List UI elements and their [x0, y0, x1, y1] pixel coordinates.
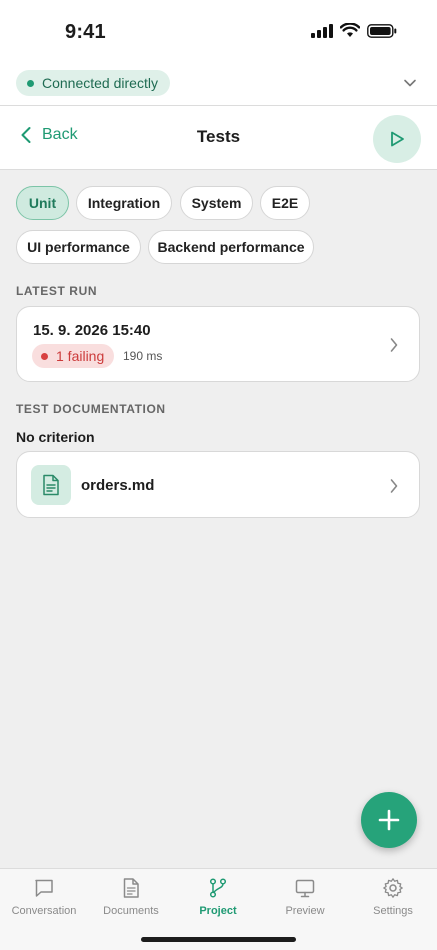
tab-conversation[interactable]: Conversation	[0, 877, 88, 917]
wifi-icon	[340, 23, 360, 37]
status-icons	[311, 23, 397, 38]
battery-icon	[367, 23, 397, 38]
plus-icon	[378, 809, 400, 831]
connection-status-label: Connected directly	[42, 75, 158, 91]
file-name: orders.md	[81, 477, 155, 494]
connection-bar[interactable]: Connected directly	[0, 62, 437, 106]
navigation-bar: Back Tests	[0, 106, 437, 170]
add-button[interactable]	[361, 792, 417, 848]
gear-icon	[383, 878, 403, 898]
file-icon-container	[31, 465, 71, 505]
filter-chip-backend-performance[interactable]: Backend performance	[148, 230, 314, 264]
status-bar: 9:41	[0, 0, 437, 62]
tab-preview[interactable]: Preview	[261, 877, 349, 917]
monitor-icon	[295, 879, 315, 898]
filter-chip-e2e[interactable]: E2E	[260, 186, 310, 220]
failing-status-dot	[41, 352, 48, 360]
run-date: 15. 9. 2026 15:40	[33, 322, 151, 339]
criterion-label: No criterion	[16, 429, 95, 445]
document-icon	[123, 878, 139, 898]
tab-settings[interactable]: Settings	[349, 877, 437, 917]
filter-chip-ui-performance[interactable]: UI performance	[16, 230, 141, 264]
chat-bubble-icon	[35, 879, 53, 897]
failing-status-badge: 1 failing	[32, 344, 115, 368]
documentation-file-card[interactable]: orders.md	[16, 451, 420, 518]
failing-status-label: 1 failing	[56, 348, 105, 364]
filter-chip-unit[interactable]: Unit	[16, 186, 69, 220]
tab-label: Project	[199, 905, 237, 917]
status-time: 9:41	[65, 21, 106, 43]
tab-label: Documents	[103, 905, 159, 917]
connection-status-pill[interactable]: Connected directly	[16, 70, 170, 96]
document-file-icon	[43, 474, 59, 496]
page-title: Tests	[196, 127, 241, 146]
cellular-signal-icon	[311, 23, 333, 38]
tab-project[interactable]: Project	[174, 877, 262, 917]
run-duration: 190 ms	[123, 349, 163, 363]
tab-label: Preview	[285, 905, 325, 917]
home-indicator	[141, 937, 296, 942]
run-tests-button[interactable]	[373, 115, 421, 163]
tab-label: Conversation	[11, 905, 77, 917]
tab-label: Settings	[373, 905, 413, 917]
connection-status-dot	[27, 79, 34, 87]
git-branch-icon	[209, 878, 227, 898]
play-icon	[391, 131, 404, 147]
test-documentation-heading: TEST DOCUMENTATION	[16, 402, 166, 416]
chevron-right-icon	[390, 479, 398, 493]
chevron-right-icon	[390, 338, 398, 352]
filter-chip-system[interactable]: System	[180, 186, 253, 220]
latest-run-card[interactable]: 15. 9. 2026 15:40 1 failing 190 ms	[16, 306, 420, 382]
filter-chip-integration[interactable]: Integration	[76, 186, 172, 220]
tab-documents[interactable]: Documents	[87, 877, 175, 917]
latest-run-heading: LATEST RUN	[16, 284, 98, 298]
chevron-down-icon[interactable]	[403, 76, 417, 90]
